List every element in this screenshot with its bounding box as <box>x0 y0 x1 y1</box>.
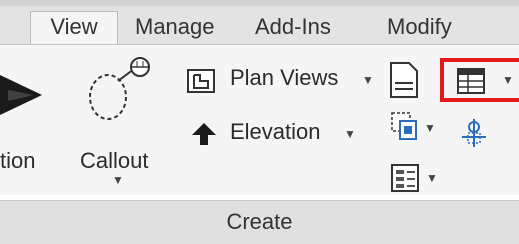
tab-view[interactable]: View <box>30 11 118 44</box>
elevation-icon <box>192 123 216 145</box>
section-button[interactable]: tion <box>0 55 60 175</box>
legends-button[interactable]: ▼ <box>390 163 440 199</box>
duplicate-view-button[interactable]: ▼ <box>390 111 440 147</box>
tab-add-ins[interactable]: Add-Ins <box>255 12 331 44</box>
elevation-label: Elevation <box>230 119 321 144</box>
elevation-dropdown-arrow[interactable]: ▼ <box>344 127 356 141</box>
ribbon-tab-strip: View Manage Add-Ins Modify <box>0 0 519 44</box>
scope-box-button[interactable] <box>458 117 498 153</box>
tab-manage[interactable]: Manage <box>135 12 215 44</box>
duplicate-view-icon <box>391 112 417 140</box>
duplicate-view-dropdown-arrow[interactable]: ▼ <box>424 121 436 135</box>
section-icon <box>0 75 42 115</box>
scope-box-icon <box>462 119 486 147</box>
legends-icon <box>391 164 419 192</box>
callout-button[interactable]: Callout ▼ <box>78 55 160 195</box>
tab-strip-top-border <box>0 0 519 6</box>
callout-label: Callout <box>80 148 149 173</box>
tab-modify[interactable]: Modify <box>387 12 452 44</box>
panel-title: Create <box>226 209 293 234</box>
drafting-view-button[interactable] <box>387 61 423 101</box>
callout-icon <box>89 57 150 120</box>
panel-footer: Create <box>0 200 519 244</box>
elevation-button[interactable]: Elevation ▼ <box>186 117 366 151</box>
section-label: tion <box>0 148 36 173</box>
legends-dropdown-arrow[interactable]: ▼ <box>426 171 438 185</box>
plan-views-icon <box>187 69 215 93</box>
highlight-box <box>440 58 519 102</box>
callout-dropdown-arrow[interactable]: ▼ <box>112 173 124 187</box>
plan-views-button[interactable]: Plan Views ▼ <box>186 65 376 99</box>
plan-views-dropdown-arrow[interactable]: ▼ <box>362 73 374 87</box>
plan-views-label: Plan Views <box>230 65 339 90</box>
drafting-view-icon <box>390 62 418 98</box>
